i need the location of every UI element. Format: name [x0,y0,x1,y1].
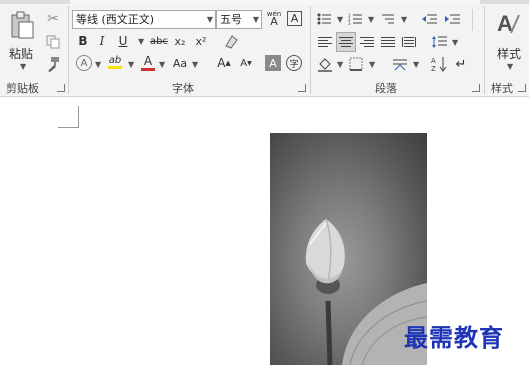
styles-button[interactable]: 样式 [497,45,521,62]
margin-corner-mark [58,106,79,128]
shading-dropdown-icon[interactable]: ▼ [337,60,343,69]
font-launcher-icon[interactable] [298,84,306,92]
styles-launcher-icon[interactable] [518,84,526,92]
svg-text:Z: Z [431,65,436,72]
svg-text:A: A [431,57,436,65]
char-shading-button[interactable]: A [265,55,281,71]
clipboard-group-label: 剪贴板 [6,82,39,95]
font-name-value: 等线 (西文正文) [76,13,155,26]
clear-formatting-icon[interactable] [222,32,240,50]
font-color-letter: A [143,53,153,68]
chevron-down-icon[interactable]: ▼ [207,11,213,28]
text-effect-button[interactable]: A [76,55,92,71]
text-effect-dropdown-icon[interactable]: ▼ [95,60,101,69]
styles-group-label: 样式 [491,82,513,95]
ribbon-tab-strip [0,0,529,4]
line-spacing-icon[interactable] [430,33,448,51]
font-group-label: 字体 [172,82,194,95]
font-size-combo[interactable]: 五号 ▼ [216,10,262,29]
paste-icon[interactable] [6,10,38,40]
group-divider [68,6,69,94]
grow-font-letter: A [217,56,226,70]
cut-icon[interactable]: ✂ [44,10,62,28]
italic-button[interactable]: I [95,33,109,49]
clipboard-launcher-icon[interactable] [57,84,65,92]
justify-icon[interactable] [379,33,397,51]
group-divider [484,6,485,94]
chinese-layout-dropdown-icon[interactable]: ▼ [413,60,419,69]
numbering-icon[interactable]: 123 [347,11,363,27]
change-case-dropdown-icon[interactable]: ▼ [192,60,198,69]
align-left-icon[interactable] [316,33,334,51]
font-color-bar [141,67,155,71]
shading-icon[interactable] [316,55,334,73]
copy-icon[interactable] [44,33,62,51]
chevron-down-icon[interactable]: ▼ [253,11,259,28]
font-color-button[interactable]: A [140,53,156,71]
multilevel-dropdown-icon[interactable]: ▼ [401,15,407,24]
shrink-font-letter: A [240,57,248,69]
paste-dropdown-icon[interactable]: ▼ [20,62,26,71]
ribbon: 粘贴 ▼ ✂ 剪贴板 等线 (西文正文) ▼ 五号 ▼ wén A A B I … [0,0,529,97]
phonetic-guide-button[interactable]: wén A [265,10,283,28]
paragraph-group-label: 段落 [375,82,397,95]
numbering-dropdown-icon[interactable]: ▼ [368,15,374,24]
align-center-icon[interactable] [336,32,356,52]
increase-indent-icon[interactable] [443,11,461,27]
underline-dropdown-icon[interactable]: ▼ [138,37,144,46]
format-painter-icon[interactable] [44,55,62,73]
shrink-font-button[interactable]: A ▼ [238,55,254,71]
styles-dropdown-icon[interactable]: ▼ [507,62,513,71]
borders-icon[interactable] [347,55,365,73]
styles-icon[interactable]: A [494,8,524,38]
font-name-combo[interactable]: 等线 (西文正文) ▼ [72,10,216,29]
show-formatting-marks-icon[interactable]: ↵ [453,55,469,73]
superscript-button[interactable]: x² [193,33,209,49]
highlighter-icon: ab [108,55,122,66]
svg-text:3: 3 [348,21,351,25]
paragraph-launcher-icon[interactable] [472,84,480,92]
multilevel-list-icon[interactable] [379,11,397,27]
sort-icon[interactable]: AZ [430,55,448,73]
highlight-button[interactable]: ab [106,53,124,71]
subscript-button[interactable]: x₂ [172,33,188,49]
grow-arrow-icon: ▲ [225,59,231,67]
watermark-text: 最需教育 [404,323,504,352]
decrease-indent-icon[interactable] [420,11,438,27]
font-color-dropdown-icon[interactable]: ▼ [159,60,165,69]
underline-button[interactable]: U [116,33,130,49]
highlight-color-bar [108,66,122,69]
chinese-layout-icon[interactable] [391,55,409,73]
change-case-button[interactable]: Aa [171,55,189,71]
bullets-icon[interactable] [316,11,332,27]
phonetic-char: A [270,15,278,28]
line-spacing-dropdown-icon[interactable]: ▼ [452,38,458,47]
borders-dropdown-icon[interactable]: ▼ [369,60,375,69]
font-size-value: 五号 [220,13,242,26]
char-border-button[interactable]: A [287,11,302,26]
distributed-icon[interactable] [400,33,418,51]
enclose-characters-button[interactable]: 字 [286,55,302,71]
highlight-dropdown-icon[interactable]: ▼ [128,60,134,69]
group-divider [310,6,311,94]
strikethrough-button[interactable]: abc [149,33,169,49]
paste-button[interactable]: 粘贴 [9,45,33,62]
shrink-arrow-icon: ▼ [247,59,252,67]
align-right-icon[interactable] [358,33,376,51]
group-divider [472,9,473,31]
bullets-dropdown-icon[interactable]: ▼ [337,15,343,24]
grow-font-button[interactable]: A ▲ [216,55,232,71]
bold-button[interactable]: B [76,33,90,49]
